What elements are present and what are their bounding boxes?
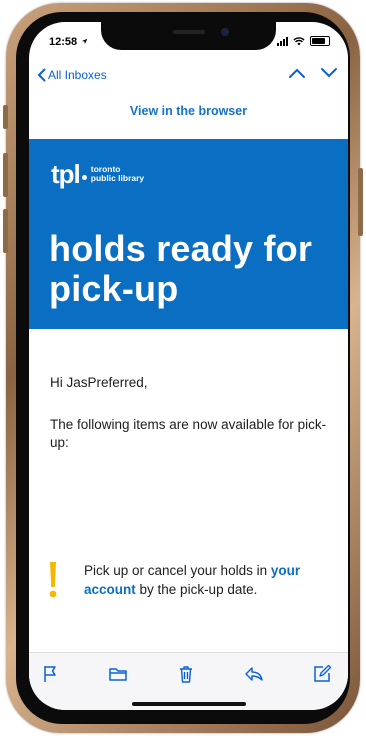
logo-dot [81, 174, 87, 180]
wifi-icon [293, 36, 305, 45]
notice-text: Pick up or cancel your holds in your acc… [84, 561, 334, 599]
notice-text-before: Pick up or cancel your holds in [84, 563, 268, 578]
logo-text: toronto public library [91, 165, 144, 183]
email-headline: holds ready for pick-up [49, 228, 313, 309]
exclamation-icon [49, 562, 57, 598]
flag-icon[interactable] [39, 663, 61, 685]
chevron-left-icon [37, 68, 46, 82]
battery-icon [310, 36, 330, 46]
chevron-up-icon [289, 68, 305, 78]
compose-icon[interactable] [311, 663, 333, 685]
mail-nav-bar: All Inboxes [29, 62, 348, 90]
trash-icon[interactable] [175, 663, 197, 685]
logo-mark: tpl [51, 159, 81, 189]
intro-text: The following items are now available fo… [50, 417, 327, 450]
home-indicator[interactable] [132, 702, 246, 706]
location-arrow-icon [81, 38, 88, 45]
next-message-button[interactable] [320, 66, 338, 84]
tpl-logo: tpl toronto public library [51, 161, 144, 187]
status-icons [277, 36, 330, 46]
speaker [173, 30, 205, 34]
greeting-text: Hi JasPreferred, [50, 375, 148, 390]
folder-icon[interactable] [107, 663, 129, 685]
reply-icon[interactable] [243, 663, 265, 685]
status-time-text: 12:58 [49, 36, 78, 48]
power-button [358, 168, 363, 236]
phone-screen: 12:58 All Inboxes View in the browser tp… [29, 22, 348, 710]
cellular-signal-icon [277, 36, 288, 46]
notch [101, 22, 276, 50]
volume-up-button [3, 153, 8, 197]
front-camera [221, 28, 229, 36]
back-to-inboxes-button[interactable]: All Inboxes [37, 68, 107, 82]
status-time: 12:58 [49, 36, 88, 48]
silent-switch [3, 105, 8, 129]
back-label: All Inboxes [48, 68, 107, 82]
notice-text-after: by the pick-up date. [139, 582, 258, 597]
volume-down-button [3, 209, 8, 253]
email-header-banner: tpl toronto public library holds ready f… [29, 139, 348, 329]
chevron-down-icon [321, 68, 337, 78]
previous-message-button[interactable] [288, 66, 306, 84]
view-in-browser-link[interactable]: View in the browser [29, 104, 348, 118]
message-nav-arrows [288, 66, 338, 84]
logo-line-2: public library [90, 173, 145, 183]
